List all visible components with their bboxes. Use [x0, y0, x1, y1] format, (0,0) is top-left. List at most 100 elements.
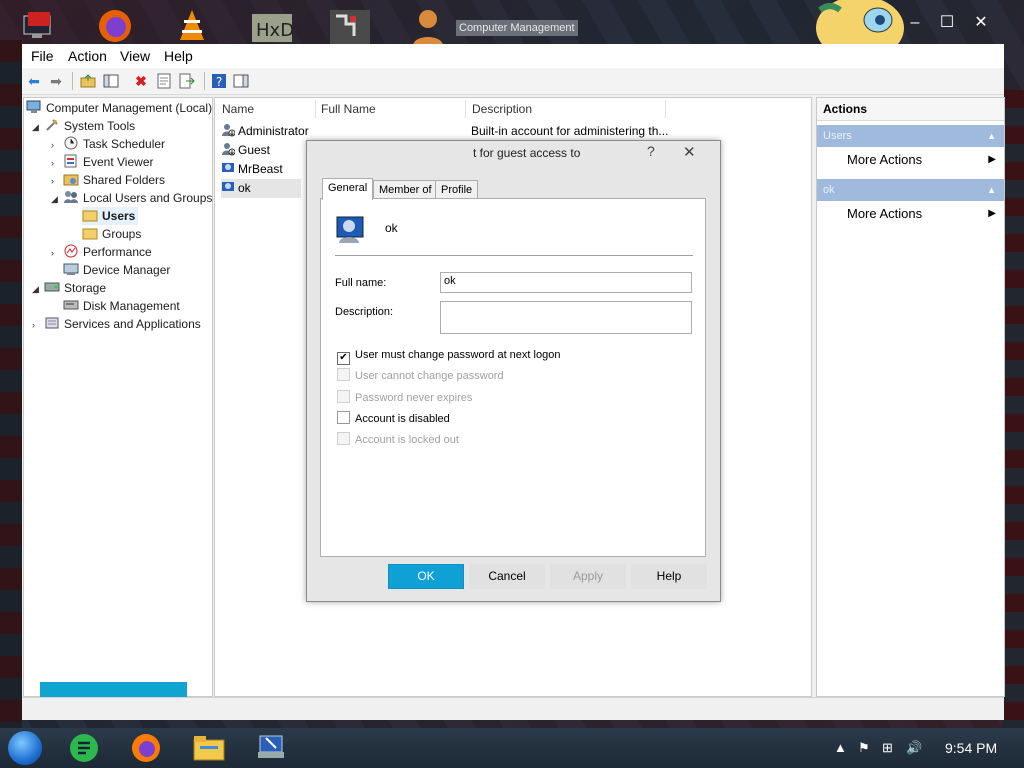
table-row[interactable]: Administrator Built-in account for admin… [221, 122, 668, 141]
collapse-up-icon[interactable]: ▲ [987, 125, 996, 147]
description-field[interactable] [440, 301, 692, 334]
forward-arrow-icon[interactable]: ➡ [47, 72, 65, 90]
firefox-taskbar-icon[interactable] [130, 732, 162, 764]
back-arrow-icon[interactable]: ⬅ [25, 72, 43, 90]
tree-item-storage[interactable]: ◢ Storage [32, 279, 106, 297]
toolbar-separator [72, 72, 73, 90]
expand-arrow-icon[interactable]: › [51, 172, 63, 190]
tray-expand-icon[interactable]: ▲ [834, 740, 847, 755]
account-locked-out-checkbox[interactable]: Account is locked out [337, 432, 459, 448]
up-folder-icon[interactable] [79, 72, 97, 90]
maze-game-desktop-icon[interactable] [328, 6, 370, 46]
tree-progress-bar [40, 682, 187, 698]
cannot-change-password-checkbox[interactable]: User cannot change password [337, 368, 504, 384]
computer-management-taskbar-icon[interactable] [254, 732, 286, 764]
password-never-expires-checkbox[interactable]: Password never expires [337, 390, 472, 406]
tree-item-groups[interactable]: Groups [82, 225, 141, 243]
row-name: ok [238, 181, 251, 195]
column-divider[interactable] [465, 100, 466, 118]
apply-button[interactable]: Apply [550, 564, 626, 589]
show-hide-action-pane-icon[interactable] [232, 72, 250, 90]
file-explorer-icon[interactable] [192, 732, 225, 764]
toolbar: ⬅ ➡ ✖ ? [22, 68, 1004, 95]
checkbox-box[interactable] [337, 432, 350, 445]
tab-profile[interactable]: Profile [435, 180, 479, 199]
actions-section-users[interactable]: Users ▲ [817, 125, 1004, 147]
menu-action[interactable]: Action [68, 48, 107, 64]
tree-item-computer-management[interactable]: Computer Management (Local) [26, 99, 212, 117]
collapse-arrow-icon[interactable]: ◢ [32, 118, 44, 136]
tree-item-local-users-and-groups[interactable]: ◢ Local Users and Groups [51, 189, 212, 207]
tab-member-of[interactable]: Member of [373, 180, 438, 199]
more-actions-ok[interactable]: More Actions ▶ [847, 203, 996, 225]
notes-app-icon[interactable] [68, 732, 100, 764]
expand-arrow-icon[interactable]: › [51, 154, 63, 172]
full-name-field[interactable]: ok [440, 272, 692, 293]
dialog-help-button[interactable]: ? [647, 143, 655, 159]
general-tab-panel: ok Full name: ok Description: ✔ User must… [320, 198, 706, 557]
table-row[interactable]: Guest Bu [221, 141, 486, 160]
actions-section-ok[interactable]: ok ▲ [817, 179, 1004, 201]
expand-arrow-icon[interactable]: › [51, 244, 63, 262]
computer-management-desktop-icon[interactable] [20, 6, 60, 46]
tree-item-shared-folders[interactable]: › Shared Folders [51, 171, 165, 189]
table-row[interactable]: MrBeast [221, 160, 283, 179]
clock[interactable]: 9:54 PM [945, 740, 997, 756]
table-row-selected[interactable]: ok [221, 179, 301, 198]
volume-icon[interactable]: 🔊 [906, 740, 922, 756]
must-change-password-checkbox[interactable]: ✔ User must change password at next logon [337, 347, 560, 365]
tree-item-system-tools[interactable]: ◢ System Tools [32, 117, 135, 135]
column-header-description[interactable]: Description [472, 102, 532, 116]
tree-item-services-and-applications[interactable]: › Services and Applications [32, 315, 201, 333]
checkbox-box[interactable] [337, 368, 350, 381]
properties-icon[interactable] [155, 72, 173, 90]
vlc-desktop-icon[interactable] [172, 6, 212, 46]
show-hide-tree-icon[interactable] [102, 72, 120, 90]
tree-item-task-scheduler[interactable]: › Task Scheduler [51, 135, 165, 153]
dialog-close-button[interactable]: ✕ [683, 143, 696, 161]
tree-item-event-viewer[interactable]: › Event Viewer [51, 153, 153, 171]
firefox-desktop-icon[interactable] [95, 6, 135, 46]
column-header-full-name[interactable]: Full Name [321, 102, 376, 116]
tree-item-performance[interactable]: › Performance [51, 243, 152, 261]
help-button[interactable]: Help [631, 564, 707, 589]
tab-general[interactable]: General [322, 178, 374, 200]
tree-item-disk-management[interactable]: Disk Management [63, 297, 180, 315]
export-list-icon[interactable] [178, 72, 196, 90]
more-actions-users[interactable]: More Actions ▶ [847, 149, 996, 171]
collapse-arrow-icon[interactable]: ◢ [51, 190, 63, 208]
account-disabled-checkbox[interactable]: Account is disabled [337, 411, 450, 427]
svg-text:HxD: HxD [256, 20, 294, 41]
start-button[interactable] [8, 731, 42, 765]
shared-folder-icon [63, 172, 79, 186]
checkmark-icon[interactable]: ✔ [337, 352, 350, 365]
menu-help[interactable]: Help [164, 48, 193, 64]
delete-icon[interactable]: ✖ [132, 72, 150, 90]
ok-button[interactable]: OK [388, 564, 464, 589]
help-icon[interactable]: ? [210, 72, 228, 90]
tree-item-device-manager[interactable]: Device Manager [63, 261, 170, 279]
tree-item-users[interactable]: Users [82, 207, 139, 225]
collapse-up-icon[interactable]: ▲ [987, 179, 996, 201]
maximize-button[interactable]: ☐ [932, 12, 962, 34]
network-icon[interactable]: ⊞ [882, 740, 893, 756]
cancel-button[interactable]: Cancel [469, 564, 545, 589]
column-header-name[interactable]: Name [222, 102, 254, 116]
column-divider[interactable] [315, 100, 316, 118]
column-divider[interactable] [665, 100, 666, 118]
action-center-flag-icon[interactable]: ⚑ [858, 740, 870, 756]
expand-arrow-icon[interactable]: › [51, 136, 63, 154]
dialog-title-bar[interactable]: t for guest access to ? ✕ [307, 141, 720, 169]
minimize-button[interactable]: – [900, 12, 930, 34]
menu-view[interactable]: View [120, 48, 150, 64]
close-button[interactable]: ✕ [966, 12, 996, 34]
user-avatar-desktop-icon[interactable] [408, 6, 448, 46]
checkbox-box[interactable] [337, 390, 350, 403]
expand-arrow-icon[interactable]: › [32, 316, 44, 334]
collapse-arrow-icon[interactable]: ◢ [32, 280, 44, 298]
menu-file[interactable]: File [31, 48, 54, 64]
svg-text:?: ? [216, 75, 222, 89]
wallpaper-right-edge [1002, 90, 1024, 730]
checkbox-box[interactable] [337, 411, 350, 424]
hxd-desktop-icon[interactable]: HxD [250, 6, 294, 46]
